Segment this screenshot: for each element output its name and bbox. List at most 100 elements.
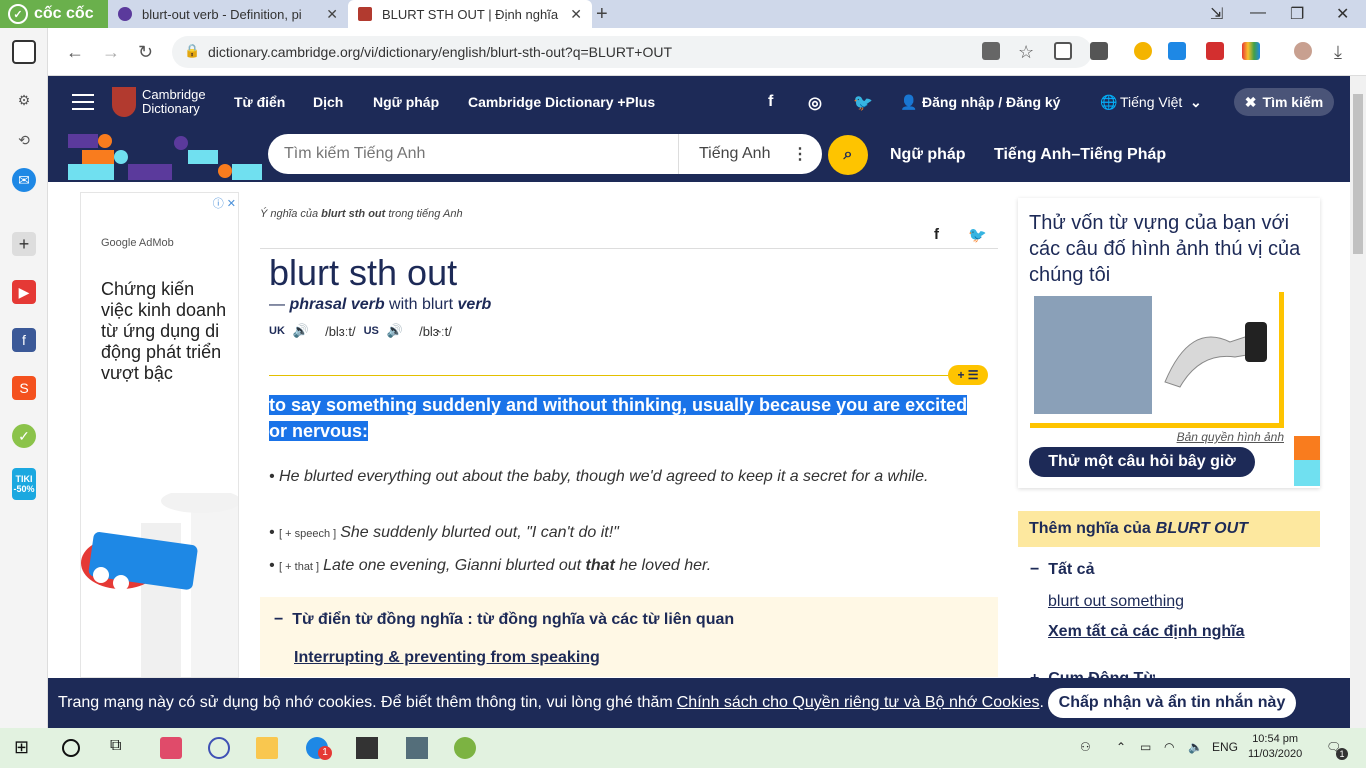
- instagram-icon[interactable]: ◎: [808, 93, 822, 113]
- search-row: Tiếng Anh ⋮ ⌕ Ngữ pháp Tiếng Anh–Tiếng P…: [48, 128, 1350, 182]
- battery-icon[interactable]: ▭: [1140, 740, 1151, 754]
- us-audio-icon[interactable]: 🔊: [387, 323, 403, 339]
- nav-grammar[interactable]: Ngữ pháp: [373, 94, 439, 110]
- image-credit-link[interactable]: Bản quyền hình ảnh: [1177, 430, 1284, 444]
- grammar-code: [ + that ]: [279, 561, 320, 573]
- see-all-definitions-link[interactable]: Xem tất cả các định nghĩa: [1048, 623, 1245, 641]
- reload-icon[interactable]: ↻: [138, 42, 153, 63]
- add-app-icon[interactable]: +: [12, 232, 36, 256]
- clock[interactable]: 10:54 pm 11/03/2020: [1248, 732, 1302, 762]
- example-bold: that: [585, 557, 615, 574]
- privacy-policy-link[interactable]: Chính sách cho Quyền riêng tư và Bộ nhớ …: [677, 694, 1040, 712]
- chrome-extension-icon[interactable]: [1134, 42, 1152, 60]
- search-input[interactable]: [268, 145, 678, 163]
- file-explorer-icon[interactable]: [256, 737, 278, 759]
- chevron-down-icon[interactable]: ⌄: [1190, 94, 1202, 111]
- close-tab-icon[interactable]: ✕: [570, 6, 582, 23]
- shield-icon[interactable]: [1054, 42, 1072, 60]
- twitter-icon[interactable]: 🐦: [853, 93, 873, 113]
- link-grammar[interactable]: Ngữ pháp: [890, 146, 966, 164]
- coccoc-taskbar-icon[interactable]: [454, 737, 476, 759]
- page-scrollbar[interactable]: [1350, 76, 1366, 728]
- volume-icon[interactable]: 🔈: [1188, 740, 1203, 754]
- download-icon[interactable]: [1090, 42, 1108, 60]
- pos-dash: —: [269, 296, 290, 313]
- profile-avatar[interactable]: [1294, 42, 1312, 60]
- all-section-toggle[interactable]: − Tất cả: [1030, 561, 1094, 579]
- people-icon[interactable]: ⚇: [1080, 740, 1091, 754]
- close-window-icon[interactable]: ✕: [1336, 4, 1349, 24]
- share-twitter-icon[interactable]: 🐦: [968, 226, 987, 244]
- notes-icon[interactable]: [356, 737, 378, 759]
- input-language[interactable]: ENG: [1212, 740, 1238, 754]
- tab-blurt-sth-out[interactable]: BLURT STH OUT | Định nghĩa ✕: [348, 0, 592, 28]
- uk-audio-icon[interactable]: 🔊: [293, 323, 309, 339]
- forward-icon[interactable]: →: [102, 42, 120, 63]
- url-field[interactable]: 🔒 dictionary.cambridge.org/vi/dictionary…: [172, 36, 1092, 68]
- thesaurus-heading[interactable]: − Từ điển từ đồng nghĩa : từ đồng nghĩa …: [274, 611, 734, 629]
- left-advertisement[interactable]: ⓘ ✕ Google AdMob Chứng kiến việc kinh do…: [80, 192, 239, 678]
- task-view-icon[interactable]: ⧉: [110, 737, 132, 759]
- windows-start-icon[interactable]: ⊞: [14, 737, 36, 759]
- history-icon[interactable]: ⟲: [12, 128, 36, 152]
- search-circle-icon[interactable]: [62, 739, 80, 757]
- tab-blurt-out-verb[interactable]: blurt-out verb - Definition, pi ✕: [108, 0, 348, 28]
- cambridge-logo[interactable]: Cambridge Dictionary: [112, 87, 210, 117]
- pos-verb-link[interactable]: verb: [458, 296, 492, 313]
- start-quiz-button[interactable]: Thử một câu hỏi bây giờ: [1029, 447, 1255, 477]
- login-link[interactable]: Đăng nhập / Đăng ký: [922, 94, 1060, 110]
- hamburger-menu-icon[interactable]: [72, 94, 94, 115]
- quiz-image[interactable]: [1030, 292, 1284, 428]
- search-toggle-button[interactable]: ✖ Tìm kiếm: [1234, 88, 1334, 116]
- restore-icon[interactable]: ❐: [1290, 4, 1304, 24]
- browser-brand-button[interactable]: ✓ cốc cốc: [0, 0, 108, 28]
- translate-icon[interactable]: [982, 42, 1000, 60]
- notification-badge: 1: [318, 746, 332, 760]
- collapse-icon: −: [274, 611, 284, 628]
- coccoc-app-icon[interactable]: ✓: [12, 424, 36, 448]
- back-icon[interactable]: ←: [66, 42, 84, 63]
- downloads-arrow-icon[interactable]: ⤓: [1334, 42, 1342, 63]
- wifi-icon[interactable]: ◠: [1164, 740, 1174, 754]
- shopee-icon[interactable]: S: [12, 376, 36, 400]
- clock-time: 10:54 pm: [1252, 733, 1299, 745]
- app-icon[interactable]: [406, 737, 428, 759]
- bookmark-star-icon[interactable]: ☆: [1018, 42, 1034, 63]
- more-meanings-header: Thêm nghĩa của BLURT OUT: [1018, 511, 1320, 547]
- accept-cookies-button[interactable]: Chấp nhận và ẩn tin nhắn này: [1048, 688, 1296, 718]
- ad-close-icon[interactable]: ⓘ ✕: [213, 195, 236, 211]
- pin-window-icon[interactable]: ⇲: [1210, 4, 1223, 24]
- search-toggle-label: Tìm kiếm: [1262, 94, 1324, 110]
- youtube-icon[interactable]: ▶: [12, 280, 36, 304]
- dictionary-select[interactable]: Tiếng Anh ⋮: [678, 134, 822, 174]
- nav-translate[interactable]: Dịch: [313, 94, 343, 110]
- link-english-french[interactable]: Tiếng Anh–Tiếng Pháp: [994, 146, 1166, 164]
- related-entry-link[interactable]: blurt out something: [1048, 593, 1184, 611]
- minimize-icon[interactable]: —: [1250, 4, 1266, 22]
- color-extension-icon[interactable]: [1242, 42, 1260, 60]
- app-icon[interactable]: [160, 737, 182, 759]
- sidebar-toggle-icon[interactable]: [12, 40, 36, 64]
- scrollbar-thumb[interactable]: [1353, 94, 1363, 254]
- close-tab-icon[interactable]: ✕: [326, 6, 338, 23]
- search-icon: ⌕: [843, 146, 853, 163]
- share-facebook-icon[interactable]: f: [934, 226, 939, 243]
- nav-plus[interactable]: Cambridge Dictionary +Plus: [468, 94, 655, 110]
- facebook-icon[interactable]: f: [12, 328, 36, 352]
- app-icon[interactable]: [208, 737, 230, 759]
- add-to-list-button[interactable]: + ☰: [948, 365, 988, 385]
- globe-icon[interactable]: 🌐: [1100, 94, 1117, 111]
- settings-icon[interactable]: ⚙: [12, 88, 36, 112]
- messenger-icon[interactable]: ✉: [12, 168, 36, 192]
- power-extension-icon[interactable]: [1206, 42, 1224, 60]
- facebook-icon[interactable]: f: [768, 93, 773, 111]
- new-extension-icon[interactable]: [1168, 42, 1186, 60]
- new-tab-icon[interactable]: +: [596, 3, 608, 26]
- language-select[interactable]: Tiếng Việt: [1120, 94, 1182, 110]
- nav-dictionary[interactable]: Từ điển: [234, 94, 285, 110]
- tiki-icon[interactable]: TIKI -50%: [12, 468, 36, 500]
- chevron-up-icon[interactable]: ⌃: [1116, 740, 1126, 754]
- search-submit-button[interactable]: ⌕: [828, 135, 868, 175]
- user-icon[interactable]: 👤: [900, 94, 917, 111]
- thesaurus-link[interactable]: Interrupting & preventing from speaking: [294, 649, 600, 667]
